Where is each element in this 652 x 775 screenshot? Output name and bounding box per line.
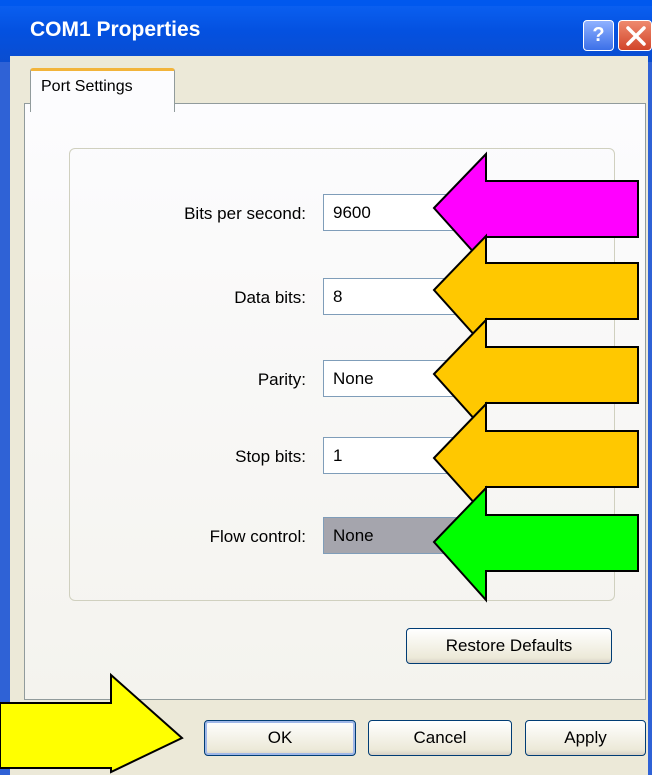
arrow-shape (432, 485, 639, 603)
flow-control-label: Flow control: (209, 527, 306, 546)
bits-per-second-value: 9600 (333, 203, 371, 222)
restore-defaults-button[interactable]: Restore Defaults (406, 628, 612, 664)
data-bits-label: Data bits: (234, 288, 306, 307)
parity-label: Parity: (257, 370, 306, 389)
window-frame-right (648, 0, 652, 775)
cancel-button[interactable]: Cancel (368, 720, 512, 756)
parity-value: None (333, 369, 374, 388)
ok-button[interactable]: OK (204, 720, 356, 756)
annotation-arrow-ok (0, 672, 184, 774)
close-button[interactable] (618, 20, 652, 51)
window-title: COM1 Properties (30, 18, 201, 41)
window-frame-left (0, 0, 10, 775)
help-icon: ? (592, 24, 605, 46)
apply-button[interactable]: Apply (525, 720, 646, 756)
annotation-arrow-flow-control (432, 485, 639, 603)
close-icon (626, 26, 646, 46)
arrow-shape (0, 672, 184, 774)
stop-bits-label: Stop bits: (235, 447, 306, 466)
title-bar[interactable]: COM1 Properties ? (0, 0, 652, 62)
stop-bits-value: 1 (333, 446, 343, 465)
bits-per-second-label: Bits per second: (184, 204, 306, 223)
com1-properties-dialog: COM1 Properties ? Port Settings Bits per… (0, 0, 652, 775)
tab-port-settings[interactable]: Port Settings (30, 68, 175, 112)
tab-label: Port Settings (41, 78, 133, 95)
help-button[interactable]: ? (583, 20, 614, 51)
data-bits-value: 8 (333, 287, 343, 306)
flow-control-value: None (333, 526, 374, 545)
